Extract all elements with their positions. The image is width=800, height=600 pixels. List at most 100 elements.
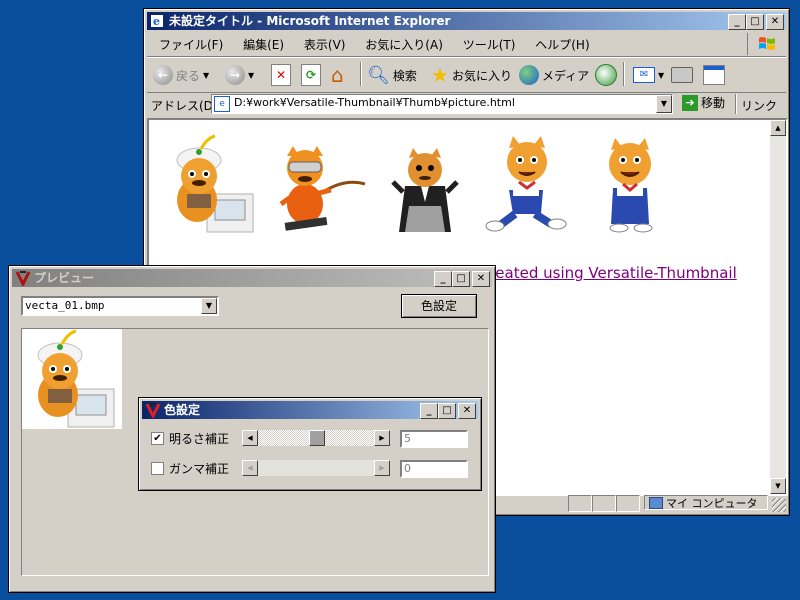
preview-title: プレビュー [34, 271, 95, 285]
toolbar-separator [360, 62, 361, 86]
home-icon: ⌂ [331, 63, 344, 87]
close-button[interactable]: ✕ [766, 14, 784, 30]
mail-icon: ✉ [633, 67, 655, 83]
status-zone-label: マイ コンピュータ [666, 496, 758, 510]
thumbnail-3[interactable] [385, 136, 465, 236]
status-pane [616, 495, 640, 512]
app-logo-icon [15, 271, 31, 286]
forward-button[interactable]: → ▼ [225, 61, 254, 89]
slider-thumb[interactable] [309, 430, 325, 446]
address-bar: アドレス(D) e D:¥work¥Versatile-Thumbnail¥Th… [147, 94, 786, 116]
status-pane [592, 495, 616, 512]
file-select-dropdown-button[interactable]: ▼ [201, 298, 217, 314]
file-select[interactable]: vecta_01.bmp ▼ [21, 296, 219, 316]
cat-kimono-image [391, 148, 459, 232]
computer-icon [649, 496, 663, 509]
go-button[interactable]: ➔ 移動 [682, 94, 725, 111]
file-select-value: vecta_01.bmp [25, 299, 105, 312]
status-zone: マイ コンピュータ [644, 495, 768, 510]
menu-edit[interactable]: 編集(E) [235, 35, 292, 55]
versatile-thumbnail-link[interactable]: Created using Versatile-Thumbnail [479, 264, 737, 282]
toolbar-separator [623, 62, 624, 86]
gamma-value: 0 [404, 462, 411, 475]
cat-skier-image [279, 146, 366, 231]
thumbnail-1[interactable] [161, 134, 261, 234]
color-settings-button[interactable]: 色設定 [401, 294, 477, 318]
minimize-button[interactable]: _ [420, 403, 438, 419]
thumbnail-5[interactable] [585, 132, 685, 234]
brightness-slider[interactable]: ◀ ▶ [242, 430, 390, 446]
gamma-value-field[interactable]: 0 [400, 460, 468, 478]
minimize-button[interactable]: _ [728, 14, 746, 30]
search-icon: 🔍︎ [367, 64, 390, 86]
preview-image [22, 329, 122, 429]
resize-grip-icon[interactable] [772, 498, 786, 512]
cat-running-image [485, 136, 567, 232]
menu-favorites[interactable]: お気に入り(A) [357, 35, 451, 55]
status-pane [568, 495, 592, 512]
page-icon: e [214, 96, 230, 112]
svg-text:e: e [153, 15, 160, 28]
close-button[interactable]: ✕ [458, 403, 476, 419]
search-button[interactable]: 🔍︎ 検索 [367, 61, 417, 89]
cat-overalls-image [596, 138, 672, 233]
favorites-button[interactable]: ★ お気に入り [431, 61, 512, 89]
dropdown-arrow-icon: ▼ [203, 70, 210, 80]
back-button[interactable]: ← 戻る ▼ [153, 61, 209, 89]
scroll-down-button[interactable]: ▼ [770, 478, 786, 494]
gamma-slider[interactable]: ◀ ▶ [242, 460, 390, 476]
menu-view[interactable]: 表示(V) [296, 35, 354, 55]
edit-page-icon [703, 65, 725, 85]
edit-button[interactable] [703, 61, 725, 89]
address-dropdown-button[interactable]: ▼ [656, 95, 672, 113]
printer-icon [671, 67, 693, 83]
cat-turban-image [37, 329, 115, 428]
scroll-up-button[interactable]: ▲ [770, 120, 786, 136]
mail-button[interactable]: ✉ ▼ [633, 61, 664, 89]
refresh-button[interactable]: ⟳ [301, 61, 321, 89]
media-button[interactable]: メディア [519, 61, 589, 89]
maximize-button[interactable]: □ [746, 14, 764, 30]
stop-button[interactable]: ✕ [271, 61, 291, 89]
dropdown-arrow-icon: ▼ [658, 70, 665, 80]
menu-file[interactable]: ファイル(F) [151, 35, 231, 55]
stop-icon: ✕ [271, 64, 291, 86]
address-label: アドレス(D) [151, 99, 218, 113]
color-dialog: 色設定 _ □ ✕ ✔ 明るさ補正 ◀ ▶ 5 ガンマ補正 ◀ ▶ 0 [138, 397, 482, 491]
back-label: 戻る [176, 68, 201, 83]
close-button[interactable]: ✕ [472, 271, 490, 287]
brightness-label: 明るさ補正 [169, 432, 230, 446]
minimize-button[interactable]: _ [434, 271, 452, 287]
address-input[interactable]: e D:¥work¥Versatile-Thumbnail¥Thumb¥pict… [211, 94, 673, 114]
brightness-value-field[interactable]: 5 [400, 430, 468, 448]
thumbnail-4[interactable] [479, 130, 579, 234]
slider-left-button[interactable]: ◀ [242, 460, 258, 476]
ie-menubar: ファイル(F) 編集(E) 表示(V) お気に入り(A) ツール(T) ヘルプ(… [147, 33, 786, 57]
thumbnail-2[interactable] [265, 134, 375, 234]
maximize-button[interactable]: □ [452, 271, 470, 287]
menu-tools[interactable]: ツール(T) [455, 35, 524, 55]
maximize-button[interactable]: □ [438, 403, 456, 419]
history-icon [595, 64, 617, 86]
refresh-icon: ⟳ [301, 64, 321, 86]
preview-titlebar[interactable]: プレビュー _ □ ✕ [12, 269, 492, 287]
slider-left-button[interactable]: ◀ [242, 430, 258, 446]
vertical-scrollbar[interactable]: ▲ ▼ [770, 120, 786, 494]
brightness-checkbox[interactable]: ✔ [151, 432, 164, 445]
cat-turban-image [176, 134, 254, 233]
history-button[interactable] [595, 61, 617, 89]
brightness-value: 5 [404, 432, 411, 445]
links-button[interactable]: リンク [741, 97, 777, 114]
ie-toolbar: ← 戻る ▼ → ▼ ✕ ⟳ ⌂ 🔍︎ 検索 ★ お気に入り メディア ✉ ▼ [147, 58, 786, 93]
ie-titlebar[interactable]: e 未設定タイトル - Microsoft Internet Explorer … [147, 12, 786, 30]
print-button[interactable] [671, 61, 693, 89]
menu-help[interactable]: ヘルプ(H) [527, 35, 597, 55]
ie-title: 未設定タイトル - Microsoft Internet Explorer [169, 14, 451, 28]
search-label: 検索 [392, 68, 417, 83]
go-label: 移動 [701, 96, 726, 110]
color-dialog-titlebar[interactable]: 色設定 _ □ ✕ [142, 401, 478, 419]
gamma-checkbox[interactable] [151, 462, 164, 475]
slider-right-button[interactable]: ▶ [374, 460, 390, 476]
home-button[interactable]: ⌂ [331, 61, 344, 89]
slider-right-button[interactable]: ▶ [374, 430, 390, 446]
